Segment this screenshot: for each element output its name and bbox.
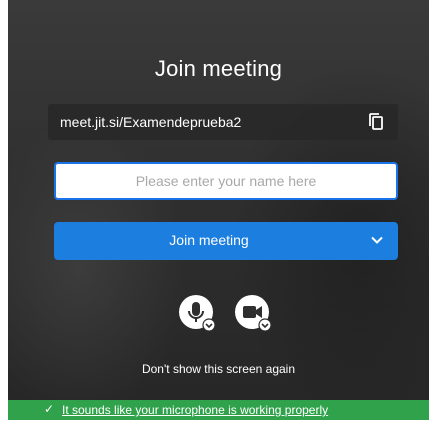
camera-button[interactable] bbox=[232, 292, 274, 334]
meeting-url-row: meet.jit.si/Examendeprueba2 bbox=[48, 104, 398, 140]
page-title: Join meeting bbox=[154, 56, 283, 81]
camera-icon bbox=[235, 295, 272, 332]
microphone-icon bbox=[179, 295, 216, 332]
prejoin-screen: Join meeting meet.jit.si/Examendeprueba2… bbox=[8, 0, 429, 420]
name-input[interactable] bbox=[54, 162, 398, 200]
copy-icon[interactable] bbox=[366, 111, 388, 133]
meeting-url-text: meet.jit.si/Examendeprueba2 bbox=[60, 114, 242, 130]
join-meeting-label: Join meeting bbox=[169, 232, 249, 248]
microphone-status-bar: ✓ It sounds like your microphone is work… bbox=[8, 400, 429, 420]
microphone-status-text: It sounds like your microphone is workin… bbox=[62, 403, 329, 417]
microphone-button[interactable] bbox=[176, 292, 218, 334]
dont-show-again-link[interactable]: Don't show this screen again bbox=[8, 362, 429, 376]
check-icon: ✓ bbox=[44, 402, 55, 416]
join-meeting-button[interactable]: Join meeting bbox=[54, 222, 398, 260]
chevron-down-icon[interactable] bbox=[370, 233, 384, 247]
